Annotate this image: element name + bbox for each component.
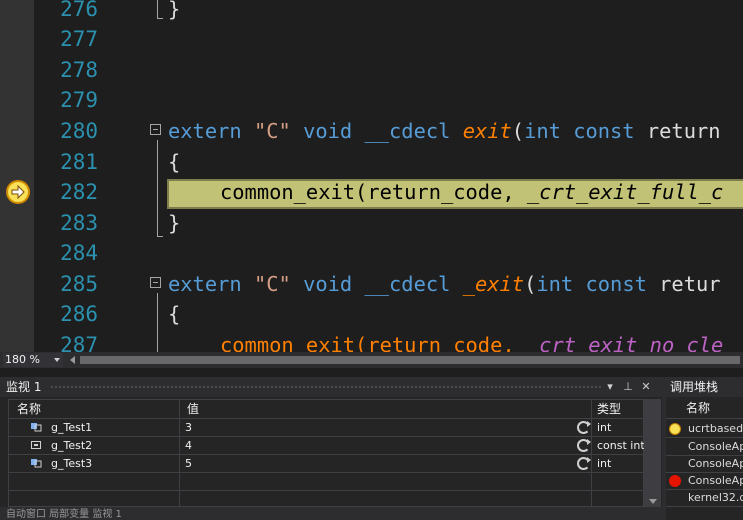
watch-type: const int (597, 439, 645, 452)
scroll-left-icon[interactable] (70, 356, 75, 364)
brace-guide (157, 293, 158, 352)
line-number: 284 (60, 241, 98, 265)
code-line[interactable]: 276 } (0, 0, 743, 24)
pin-icon[interactable]: ⊥ (620, 377, 636, 397)
refresh-icon[interactable] (577, 439, 591, 452)
brace-guide (157, 140, 158, 236)
watch-title: 监视 1 (6, 380, 42, 394)
watch-title-bar[interactable]: 监视 1 ▾ ⊥ ✕ (0, 377, 662, 397)
code-line[interactable]: 278 (0, 55, 743, 85)
watch-grid: 名称 值 类型 g_Test1 3 int g_Test2 4 const in… (8, 399, 645, 507)
zoom-level: 180 % (5, 353, 40, 366)
line-number: 277 (60, 27, 98, 51)
column-header-name[interactable]: 名称 (686, 399, 710, 417)
call-stack-title-bar[interactable]: 调用堆栈 (666, 377, 743, 397)
code-text: common_exit(return_code, _crt_exit_no_cl… (220, 333, 724, 352)
call-stack-frame[interactable]: ucrtbased.d (666, 420, 743, 438)
code-line[interactable]: 281 { (0, 147, 743, 177)
brace-guide (157, 18, 163, 19)
line-number: 283 (60, 211, 98, 235)
call-stack-frame[interactable]: ConsoleAp (666, 472, 743, 490)
code-text: extern "C" void __cdecl exit(int const r… (168, 119, 721, 143)
line-number: 287 (60, 333, 98, 352)
column-header-value[interactable]: 值 (187, 400, 199, 418)
watch-name[interactable]: g_Test2 (51, 437, 92, 454)
column-header-name[interactable]: 名称 (17, 400, 41, 418)
code-text: { (168, 150, 181, 174)
watch-value[interactable]: 3 (185, 419, 192, 436)
code-line[interactable]: 279 (0, 85, 743, 115)
line-number: 278 (60, 58, 98, 82)
bottom-tabs[interactable]: 自动窗口 局部变量 监视 1 (6, 509, 122, 520)
code-line[interactable]: 285 extern "C" void __cdecl _exit(int co… (0, 269, 743, 299)
code-text: common_exit(return_code, _crt_exit_full_… (220, 180, 724, 204)
watch-type: int (597, 457, 612, 470)
call-stack-frame[interactable]: ConsoleAp (666, 438, 743, 456)
code-line[interactable]: 280 extern "C" void __cdecl exit(int con… (0, 116, 743, 146)
horizontal-scrollbar-thumb[interactable] (80, 356, 740, 364)
refresh-icon[interactable] (577, 421, 591, 434)
column-header-type[interactable]: 类型 (597, 400, 621, 418)
editor-status-strip: 180 % (0, 352, 743, 368)
call-stack-window: 调用堆栈 名称 ucrtbased.d ConsoleAp ConsoleAp … (666, 377, 743, 520)
code-text: extern "C" void __cdecl _exit(int const … (168, 272, 721, 296)
line-number: 280 (60, 119, 98, 143)
code-line-current[interactable]: 282 common_exit(return_code, _crt_exit_f… (0, 177, 743, 207)
call-stack-frame[interactable]: ConsoleAp (666, 455, 743, 473)
line-number: 286 (60, 302, 98, 326)
watch-row[interactable]: g_Test3 5 int (9, 455, 643, 473)
watch-value[interactable]: 5 (185, 455, 192, 472)
breakpoint-icon (669, 475, 681, 487)
watch-type: int (597, 421, 612, 434)
code-line[interactable]: 277 (0, 24, 743, 54)
code-line[interactable]: 286 { (0, 299, 743, 329)
variable-icon (31, 459, 42, 468)
drag-grip[interactable] (50, 385, 602, 389)
line-number: 279 (60, 88, 98, 112)
brace-guide (157, 236, 163, 237)
watch-row-empty[interactable] (9, 473, 643, 491)
header-divider (666, 418, 743, 419)
brace-guide (157, 0, 158, 18)
window-options-dropdown-icon[interactable]: ▾ (602, 377, 618, 397)
line-number: 281 (60, 150, 98, 174)
watch-row[interactable]: g_Test2 4 const int (9, 437, 645, 455)
code-text: } (168, 0, 181, 21)
variable-icon (31, 423, 42, 432)
call-stack-frame[interactable]: kernel32.dl (666, 489, 743, 507)
code-text: } (168, 211, 181, 235)
line-number: 282 (60, 180, 98, 204)
call-stack-title: 调用堆栈 (670, 380, 719, 394)
line-number: 276 (60, 0, 98, 21)
frame-name: ucrtbased.d (688, 422, 743, 435)
frame-name: kernel32.dl (688, 491, 743, 504)
frame-name: ConsoleAp (688, 457, 743, 470)
frame-name: ConsoleAp (688, 440, 743, 453)
frame-name: ConsoleAp (688, 474, 743, 487)
watch-name[interactable]: g_Test1 (51, 419, 92, 436)
scroll-down-icon[interactable] (649, 499, 657, 504)
watch-window: 监视 1 ▾ ⊥ ✕ 名称 值 类型 g_Test1 3 int g_Test2… (0, 377, 662, 520)
code-line[interactable]: 287 common_exit(return_code, _crt_exit_n… (0, 330, 743, 352)
watch-row[interactable]: g_Test1 3 int (9, 419, 643, 437)
bottom-tab-strip: 自动窗口 局部变量 监视 1 (0, 507, 662, 520)
watch-value[interactable]: 4 (185, 437, 192, 454)
code-editor[interactable]: 276 } 277 278 279 280 extern "C" void __… (0, 0, 743, 352)
collapse-icon[interactable] (150, 277, 161, 288)
refresh-icon[interactable] (577, 457, 591, 470)
chevron-down-icon (54, 358, 60, 362)
line-number: 285 (60, 272, 98, 296)
vertical-scrollbar[interactable] (644, 399, 661, 507)
close-icon[interactable]: ✕ (638, 377, 654, 397)
code-line[interactable]: 283 } (0, 208, 743, 238)
current-frame-icon (669, 423, 681, 435)
const-variable-icon (31, 441, 41, 449)
code-text: { (168, 302, 181, 326)
watch-name[interactable]: g_Test3 (51, 455, 92, 472)
zoom-level-select[interactable]: 180 % (3, 353, 63, 367)
collapse-icon[interactable] (150, 124, 161, 135)
code-line[interactable]: 284 (0, 238, 743, 268)
